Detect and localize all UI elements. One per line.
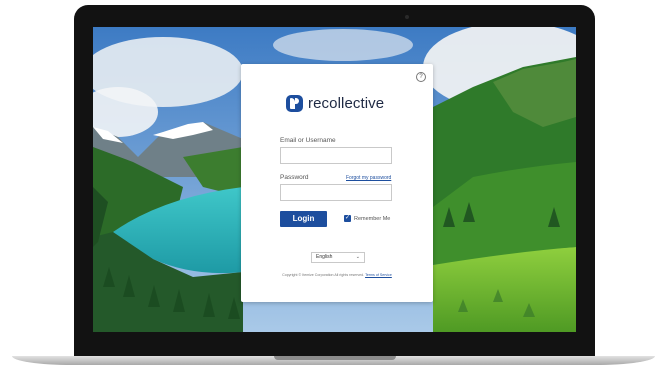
email-field[interactable] [280,147,392,164]
password-label: Password [280,174,309,181]
terms-link[interactable]: Terms of Service [365,273,392,277]
language-select[interactable]: English ⌄ [311,252,365,263]
forgot-password-link[interactable]: Forgot my password [346,175,391,181]
remember-me[interactable]: ✓ Remember Me [344,215,390,222]
password-field[interactable] [280,184,392,201]
camera-dot [405,15,409,19]
footer: Copyright © Itemize Corporation All righ… [261,273,413,277]
email-label: Email or Username [280,137,336,144]
brand-name: recollective [308,94,385,112]
recollective-logo-icon [286,94,303,112]
brand-logo: recollective [286,93,384,113]
remember-label: Remember Me [354,215,391,222]
chevron-down-icon: ⌄ [355,254,360,260]
copyright-text: Copyright © Itemize Corporation All righ… [282,273,365,277]
language-value: English [316,254,333,260]
login-button[interactable]: Login [280,211,327,227]
question-circle-icon: ? [419,74,423,80]
screen: ? recollective Email or Username Passwor… [93,27,576,332]
laptop-notch [274,356,396,360]
help-button[interactable]: ? [416,72,426,82]
login-card: ? recollective Email or Username Passwor… [241,64,433,302]
remember-checkbox[interactable]: ✓ [344,215,351,222]
